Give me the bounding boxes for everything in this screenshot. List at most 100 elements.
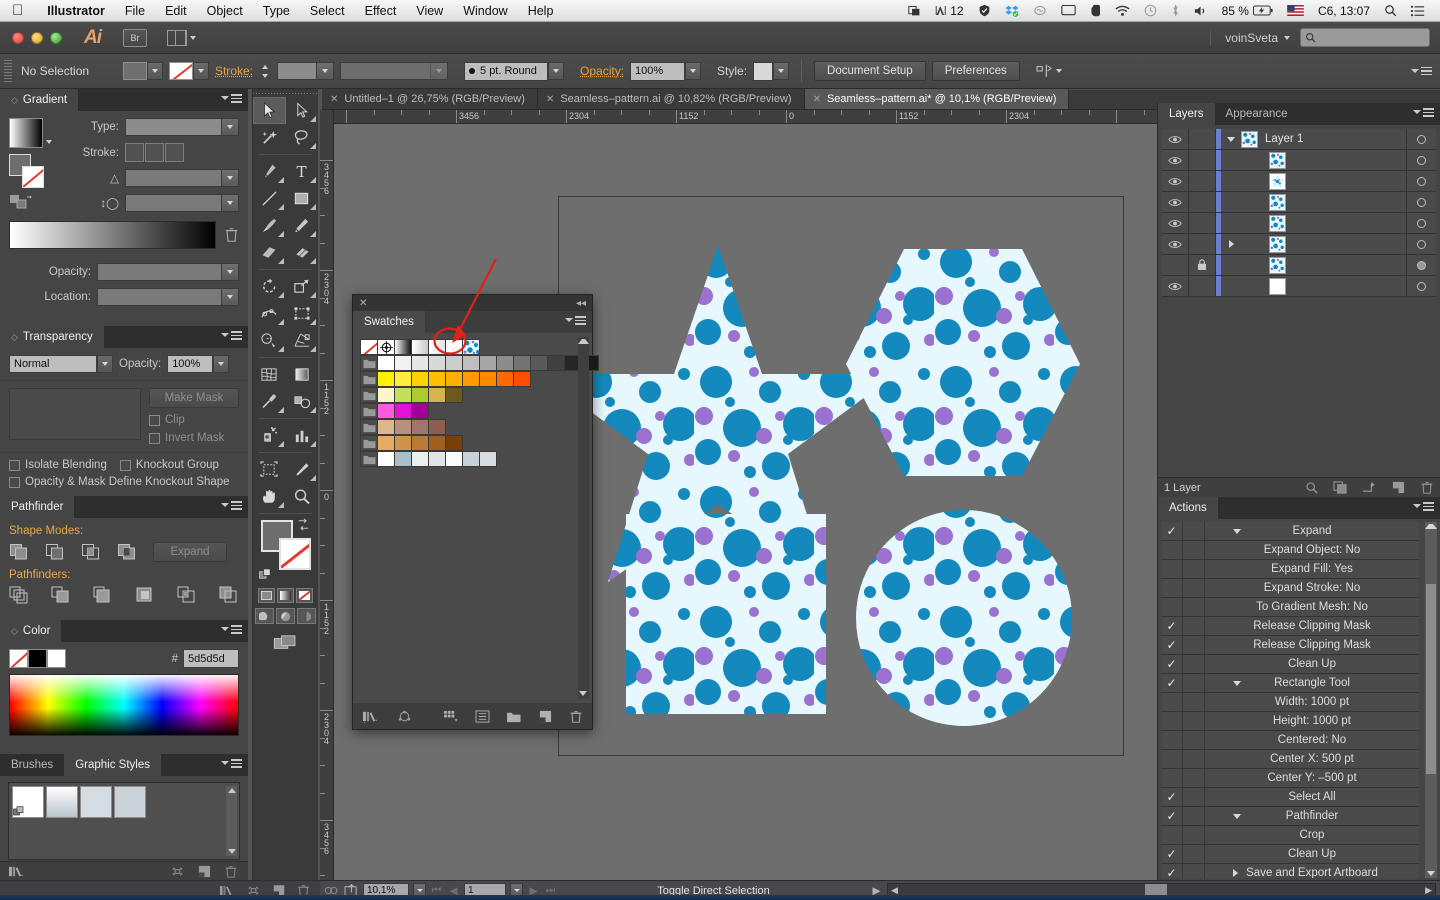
swatch-1-7[interactable] bbox=[496, 371, 514, 387]
dropbox-icon[interactable] bbox=[998, 4, 1026, 18]
workspace-switcher[interactable]: voinSveta bbox=[1210, 30, 1300, 45]
swatch-5-4[interactable] bbox=[445, 435, 463, 451]
none-fill-button[interactable] bbox=[296, 588, 313, 603]
action-row[interactable]: ✓ Expand bbox=[1161, 522, 1419, 541]
action-dialog-toggle[interactable] bbox=[1183, 864, 1205, 878]
tab-gradient[interactable]: ◇ Gradient bbox=[0, 89, 79, 111]
layer-target-indicator[interactable] bbox=[1406, 150, 1436, 170]
outline-pathfinder-button[interactable] bbox=[177, 586, 197, 604]
layer-name[interactable]: Layer 1 bbox=[1258, 129, 1406, 149]
brush-definition-dropdown[interactable] bbox=[548, 61, 565, 80]
gradient-aspect-dropdown[interactable] bbox=[221, 195, 238, 211]
opacity-control[interactable]: 100% bbox=[630, 61, 702, 81]
layer-name[interactable] bbox=[1286, 213, 1406, 233]
layer-target-indicator[interactable] bbox=[1406, 213, 1436, 233]
swatch-seamless-pattern[interactable] bbox=[462, 339, 480, 355]
rectangle-tool[interactable] bbox=[286, 185, 319, 212]
help-search-field[interactable] bbox=[1300, 28, 1430, 47]
lasso-tool[interactable] bbox=[286, 124, 319, 151]
action-toggle-checkbox[interactable]: ✓ bbox=[1161, 845, 1183, 863]
swatch-0-2[interactable] bbox=[411, 355, 429, 371]
scale-tool[interactable] bbox=[286, 273, 319, 300]
rotate-tool[interactable] bbox=[253, 273, 286, 300]
new-color-group-icon[interactable] bbox=[506, 710, 522, 723]
color-group-folder-icon[interactable] bbox=[360, 355, 378, 371]
color-group-folder-icon[interactable] bbox=[360, 387, 378, 403]
swatch-6-3[interactable] bbox=[428, 451, 446, 467]
transparency-thumbnail-area[interactable] bbox=[9, 388, 141, 440]
chevron-down-icon[interactable] bbox=[46, 140, 52, 144]
transparency-opacity-value[interactable]: 100% bbox=[167, 355, 214, 373]
action-row[interactable]: Expand Stroke: No bbox=[1161, 579, 1419, 598]
close-icon[interactable]: ✕ bbox=[813, 94, 821, 105]
delete-layer-icon[interactable] bbox=[1420, 481, 1434, 494]
blob-brush-tool[interactable] bbox=[253, 239, 286, 266]
layer-row[interactable] bbox=[1162, 234, 1436, 255]
opacity-value[interactable]: 100% bbox=[630, 61, 686, 81]
swatch-0-1[interactable] bbox=[394, 355, 412, 371]
minimize-window-button[interactable] bbox=[31, 31, 43, 44]
layer-lock-toggle[interactable] bbox=[1189, 129, 1216, 149]
chevron-up-icon[interactable] bbox=[578, 339, 589, 344]
gradient-preview-swatch[interactable] bbox=[9, 118, 43, 148]
layer-expand-toggle[interactable] bbox=[1221, 129, 1241, 149]
menu-select[interactable]: Select bbox=[300, 0, 355, 22]
swatch-0-10[interactable] bbox=[547, 355, 565, 371]
slice-tool[interactable] bbox=[286, 456, 319, 483]
layer-visibility-toggle[interactable] bbox=[1162, 234, 1189, 254]
layer-target-indicator[interactable] bbox=[1406, 234, 1436, 254]
layer-visibility-toggle[interactable] bbox=[1162, 255, 1189, 275]
new-style-icon[interactable] bbox=[197, 865, 212, 878]
divide-pathfinder-button[interactable] bbox=[9, 586, 29, 604]
action-dialog-toggle[interactable] bbox=[1183, 674, 1205, 692]
gradient-fill-stroke-proxy[interactable] bbox=[9, 154, 71, 188]
collapse-panel-icon[interactable]: ◂◂ bbox=[576, 298, 586, 309]
layer-row[interactable] bbox=[1162, 213, 1436, 234]
actions-scrollbar[interactable] bbox=[1425, 522, 1437, 878]
style-swatch-3[interactable] bbox=[80, 786, 112, 818]
color-group-folder-icon[interactable] bbox=[360, 435, 378, 451]
document-tab-seamless-1[interactable]: ✕ Seamless–pattern.ai @ 10,82% (RGB/Prev… bbox=[537, 89, 805, 109]
action-toggle-checkbox[interactable] bbox=[1161, 693, 1183, 711]
action-toggle-checkbox[interactable]: ✓ bbox=[1161, 864, 1183, 878]
stroke-color-control[interactable] bbox=[169, 62, 209, 80]
action-toggle-checkbox[interactable] bbox=[1161, 541, 1183, 559]
action-row[interactable]: Expand Fill: Yes bbox=[1161, 560, 1419, 579]
swatch-4-1[interactable] bbox=[394, 419, 412, 435]
swatch-0-3[interactable] bbox=[428, 355, 446, 371]
clock-label[interactable]: C6, 13:07 bbox=[1311, 4, 1377, 18]
new-swatch-icon[interactable] bbox=[538, 710, 553, 723]
action-dialog-toggle[interactable] bbox=[1183, 522, 1205, 540]
action-dialog-toggle[interactable] bbox=[1183, 617, 1205, 635]
swatch-0-6[interactable] bbox=[479, 355, 497, 371]
gradient-type-dropdown[interactable] bbox=[221, 119, 238, 135]
action-dialog-toggle[interactable] bbox=[1183, 769, 1205, 787]
bluetooth-icon[interactable] bbox=[1164, 4, 1187, 17]
tab-actions[interactable]: Actions bbox=[1158, 497, 1218, 519]
none-swatch[interactable] bbox=[9, 649, 28, 668]
column-graph-tool[interactable] bbox=[286, 422, 319, 449]
change-screen-mode-button[interactable] bbox=[253, 634, 318, 652]
action-toggle-checkbox[interactable]: ✓ bbox=[1161, 636, 1183, 654]
action-toggle-checkbox[interactable] bbox=[1161, 579, 1183, 597]
stroke-weight-stepper[interactable] bbox=[259, 62, 271, 80]
layer-lock-toggle[interactable] bbox=[1189, 276, 1216, 296]
adobe-a-icon[interactable]: 12 bbox=[928, 4, 970, 18]
action-dialog-toggle[interactable] bbox=[1183, 693, 1205, 711]
close-icon[interactable]: ✕ bbox=[330, 94, 338, 105]
layers-panel-menu-button[interactable] bbox=[1413, 108, 1434, 117]
swatch-2-2[interactable] bbox=[411, 387, 429, 403]
layer-name[interactable] bbox=[1286, 150, 1406, 170]
stroke-dropdown-arrow[interactable] bbox=[193, 62, 209, 80]
action-dialog-toggle[interactable] bbox=[1183, 826, 1205, 844]
swatch-4-0[interactable] bbox=[377, 419, 395, 435]
layer-lock-toggle[interactable] bbox=[1189, 171, 1216, 191]
collapse-icon[interactable]: ◇ bbox=[11, 95, 18, 106]
action-toggle-checkbox[interactable] bbox=[1161, 769, 1183, 787]
minus-back-pathfinder-button[interactable] bbox=[219, 586, 239, 604]
action-toggle-checkbox[interactable]: ✓ bbox=[1161, 617, 1183, 635]
knockout-group-checkbox[interactable] bbox=[119, 459, 131, 471]
style-swatch-4[interactable] bbox=[114, 786, 146, 818]
action-dialog-toggle[interactable] bbox=[1183, 541, 1205, 559]
color-group-folder-icon[interactable] bbox=[360, 451, 378, 467]
